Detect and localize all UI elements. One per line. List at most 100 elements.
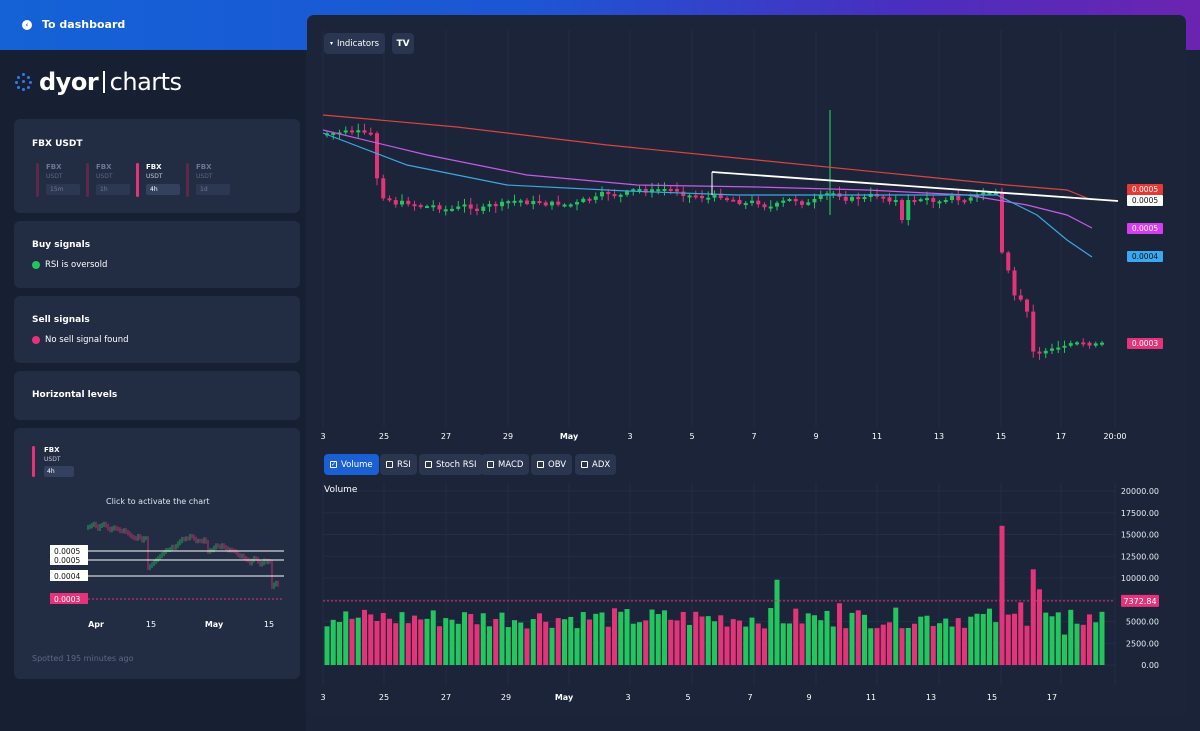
- volume-bar: [518, 622, 524, 665]
- volume-y-label: 0.00: [1141, 661, 1159, 670]
- mini-chart-card[interactable]: FBX USDT 4h Click to activate the chart …: [14, 428, 300, 679]
- volume-bar: [374, 620, 380, 665]
- price-tag: 0.0003: [1127, 338, 1163, 349]
- volume-bar: [368, 614, 374, 665]
- horizontal-levels-card[interactable]: Horizontal levels: [14, 371, 300, 420]
- x-axis-label: 3: [320, 432, 325, 441]
- candle-body: [687, 195, 692, 198]
- volume-bar: [993, 622, 999, 665]
- price-tag: 0.0005: [1127, 184, 1163, 195]
- ma-blue-line: [322, 132, 1093, 258]
- pair-15m[interactable]: FBX USDT 15m: [36, 163, 80, 197]
- candle-body: [900, 200, 904, 220]
- volume-bar: [768, 608, 774, 665]
- x-axis-label: 13: [934, 432, 944, 441]
- volume-bar: [893, 607, 899, 665]
- volume-bar: [837, 603, 842, 665]
- toggle-obv[interactable]: OBV: [531, 454, 573, 475]
- volume-bar: [455, 623, 461, 665]
- volume-bar: [674, 620, 680, 665]
- volume-x-label: May: [555, 693, 574, 702]
- volume-bar: [330, 619, 336, 665]
- candle-body: [418, 205, 423, 208]
- volume-bar: [587, 619, 592, 665]
- volume-bar: [430, 610, 436, 665]
- candle-body: [531, 201, 536, 205]
- toggle-label: OBV: [548, 459, 567, 470]
- volume-x-label: 29: [501, 693, 511, 702]
- horizontal-levels-title: Horizontal levels: [32, 390, 118, 400]
- volume-bar: [337, 621, 342, 665]
- toggle-label: Stoch RSI: [436, 459, 477, 470]
- mini-x-label: Apr: [88, 620, 104, 629]
- volume-bar: [843, 628, 849, 665]
- volume-bar: [799, 623, 805, 665]
- candle-body: [537, 201, 542, 204]
- volume-bar: [787, 623, 792, 665]
- logo[interactable]: dyor charts: [15, 68, 182, 96]
- toggle-stoch-rsi[interactable]: Stoch RSI: [419, 454, 483, 475]
- candle-body: [950, 195, 954, 200]
- mini-x-label: May: [205, 620, 224, 629]
- price-volume-chart[interactable]: 3 25 27 29 May 3 5 7 9 11 13 15 17 20:0020000.0017500…: [307, 15, 1186, 717]
- toggle-macd[interactable]: MACD: [481, 454, 530, 475]
- candle-body: [962, 200, 967, 203]
- volume-bar: [880, 624, 886, 665]
- x-axis-label: 17: [1056, 432, 1066, 441]
- volume-bar: [743, 626, 749, 665]
- candle-body: [518, 200, 523, 203]
- candle-body: [543, 202, 548, 206]
- mini-x-label: 15: [146, 620, 156, 629]
- toggle-volume[interactable]: ✓ Volume: [324, 454, 379, 475]
- volume-y-label: 2500.00: [1126, 639, 1159, 648]
- candle-body: [662, 189, 667, 191]
- volume-bar: [918, 616, 924, 665]
- volume-bar: [1080, 624, 1086, 665]
- candle-body: [843, 196, 848, 201]
- candle-body: [668, 189, 673, 191]
- volume-bar: [449, 619, 455, 665]
- volume-bar: [737, 620, 742, 665]
- volume-bar: [987, 608, 992, 665]
- toggle-rsi[interactable]: RSI: [380, 454, 417, 475]
- pair-1h[interactable]: FBX USDT 1h: [86, 163, 130, 197]
- toggle-adx[interactable]: ADX: [575, 454, 617, 475]
- volume-x-label: 27: [441, 693, 451, 702]
- volume-bar: [349, 618, 355, 665]
- to-dashboard-link[interactable]: ‹ To dashboard: [22, 18, 125, 31]
- volume-bar: [618, 611, 624, 665]
- sell-signals-card: Sell signals No sell signal found: [14, 296, 300, 363]
- mini-chart[interactable]: 0.00050.00050.00040.0003Apr 15 May 15: [14, 508, 300, 638]
- candle-body: [906, 200, 911, 220]
- volume-bar: [793, 608, 799, 665]
- volume-bar: [724, 626, 730, 665]
- volume-bar: [668, 619, 674, 665]
- volume-bar: [680, 611, 686, 665]
- volume-bar: [749, 617, 755, 665]
- candle-body: [487, 204, 492, 207]
- x-axis-label: 15: [996, 432, 1006, 441]
- volume-bar: [1093, 622, 1099, 665]
- buy-signals-card: Buy signals RSI is oversold: [14, 221, 300, 288]
- to-dashboard-label: To dashboard: [42, 18, 126, 31]
- tradingview-logo-icon[interactable]: TV: [392, 33, 414, 54]
- mini-level-value: 0.0005: [54, 556, 80, 565]
- candle-body: [1025, 299, 1029, 312]
- pair-1d[interactable]: FBX USDT 1d: [186, 163, 230, 197]
- volume-bar: [868, 628, 874, 665]
- candle-body: [968, 197, 973, 201]
- volume-y-label: 15000.00: [1121, 531, 1159, 540]
- toggle-label: RSI: [397, 459, 411, 470]
- candle-body: [512, 200, 517, 203]
- volume-bar: [493, 618, 499, 665]
- volume-bar: [474, 624, 480, 665]
- volume-bar: [1087, 614, 1092, 665]
- candle-body: [781, 200, 786, 203]
- x-axis-label: 25: [379, 432, 389, 441]
- candle-body: [587, 198, 592, 201]
- pair-4h[interactable]: FBX USDT 4h: [136, 163, 180, 197]
- volume-title: Volume: [324, 485, 358, 495]
- logo-dots-icon: [15, 73, 33, 91]
- indicators-button[interactable]: ▾ Indicators: [324, 33, 386, 54]
- volume-bar: [1099, 611, 1105, 665]
